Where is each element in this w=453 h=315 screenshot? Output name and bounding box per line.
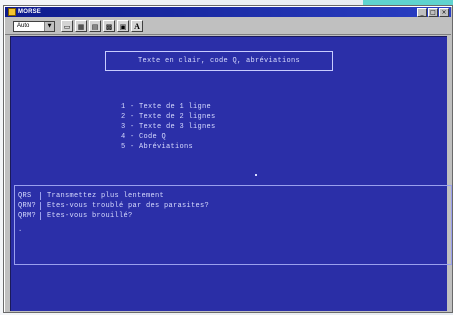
font-size-select[interactable]: Auto ▼ (13, 20, 55, 32)
menu-item-q-code[interactable]: 4 - Code Q (121, 133, 216, 141)
q-code-list-box: QRS Transmettez plus lentement QRN? Etes… (14, 185, 452, 265)
q-code-row: QRS Transmettez plus lentement (18, 192, 164, 200)
window-icon[interactable]: ▭ (61, 20, 73, 32)
minimize-button[interactable]: _ (417, 7, 427, 17)
title-bar[interactable]: MORSE _ □ × (5, 7, 451, 17)
q-code-meaning: Etes-vous brouillé? (47, 212, 133, 220)
screen-header-box: Texte en clair, code Q, abréviations (105, 51, 333, 71)
q-code-row: QRN? Etes-vous troublé par des parasites… (18, 202, 209, 210)
print-icon[interactable]: ▤ (89, 20, 101, 32)
window-title: MORSE (18, 9, 42, 15)
toolbar: Auto ▼ ▭ ▦ ▤ ▩ ▣ A (5, 18, 451, 35)
close-button[interactable]: × (439, 7, 449, 17)
q-code: QRN? (18, 202, 37, 210)
column-divider (40, 202, 41, 210)
font-size-value: Auto (17, 23, 30, 29)
menu-item-3-lines[interactable]: 3 - Texte de 3 lignes (121, 123, 216, 131)
q-code-row: QRM? Etes-vous brouillé? (18, 212, 133, 220)
mode-menu: 1 - Texte de 1 ligne 2 - Texte de 2 lign… (121, 103, 216, 151)
app-icon[interactable] (8, 8, 16, 16)
screen-marker-dot (255, 174, 257, 176)
chevron-down-icon[interactable]: ▼ (44, 21, 54, 31)
q-code-meaning: Etes-vous troublé par des parasites? (47, 202, 210, 210)
q-code-meaning: Transmettez plus lentement (47, 192, 165, 200)
maximize-button[interactable]: □ (428, 7, 438, 17)
column-divider (40, 192, 41, 200)
q-code: QRM? (18, 212, 37, 220)
terminal-screen[interactable]: Texte en clair, code Q, abréviations 1 -… (10, 36, 452, 311)
input-area[interactable] (11, 265, 447, 311)
column-divider (40, 212, 41, 220)
q-code: QRS (18, 192, 32, 200)
menu-item-abbreviations[interactable]: 5 - Abréviations (121, 143, 216, 151)
menu-item-2-lines[interactable]: 2 - Texte de 2 lignes (121, 113, 216, 121)
text-window-icon[interactable]: ▣ (117, 20, 129, 32)
grid-icon[interactable]: ▩ (103, 20, 115, 32)
app-window: MORSE _ □ × Auto ▼ ▭ ▦ ▤ ▩ ▣ A Texte en … (3, 5, 453, 313)
window-controls: _ □ × (417, 7, 449, 17)
screen-header: Texte en clair, code Q, abréviations (137, 57, 301, 65)
table-icon[interactable]: ▦ (75, 20, 87, 32)
text-cursor: . (18, 226, 23, 234)
menu-item-1-line[interactable]: 1 - Texte de 1 ligne (121, 103, 216, 111)
letter-a-icon[interactable]: A (131, 20, 143, 32)
